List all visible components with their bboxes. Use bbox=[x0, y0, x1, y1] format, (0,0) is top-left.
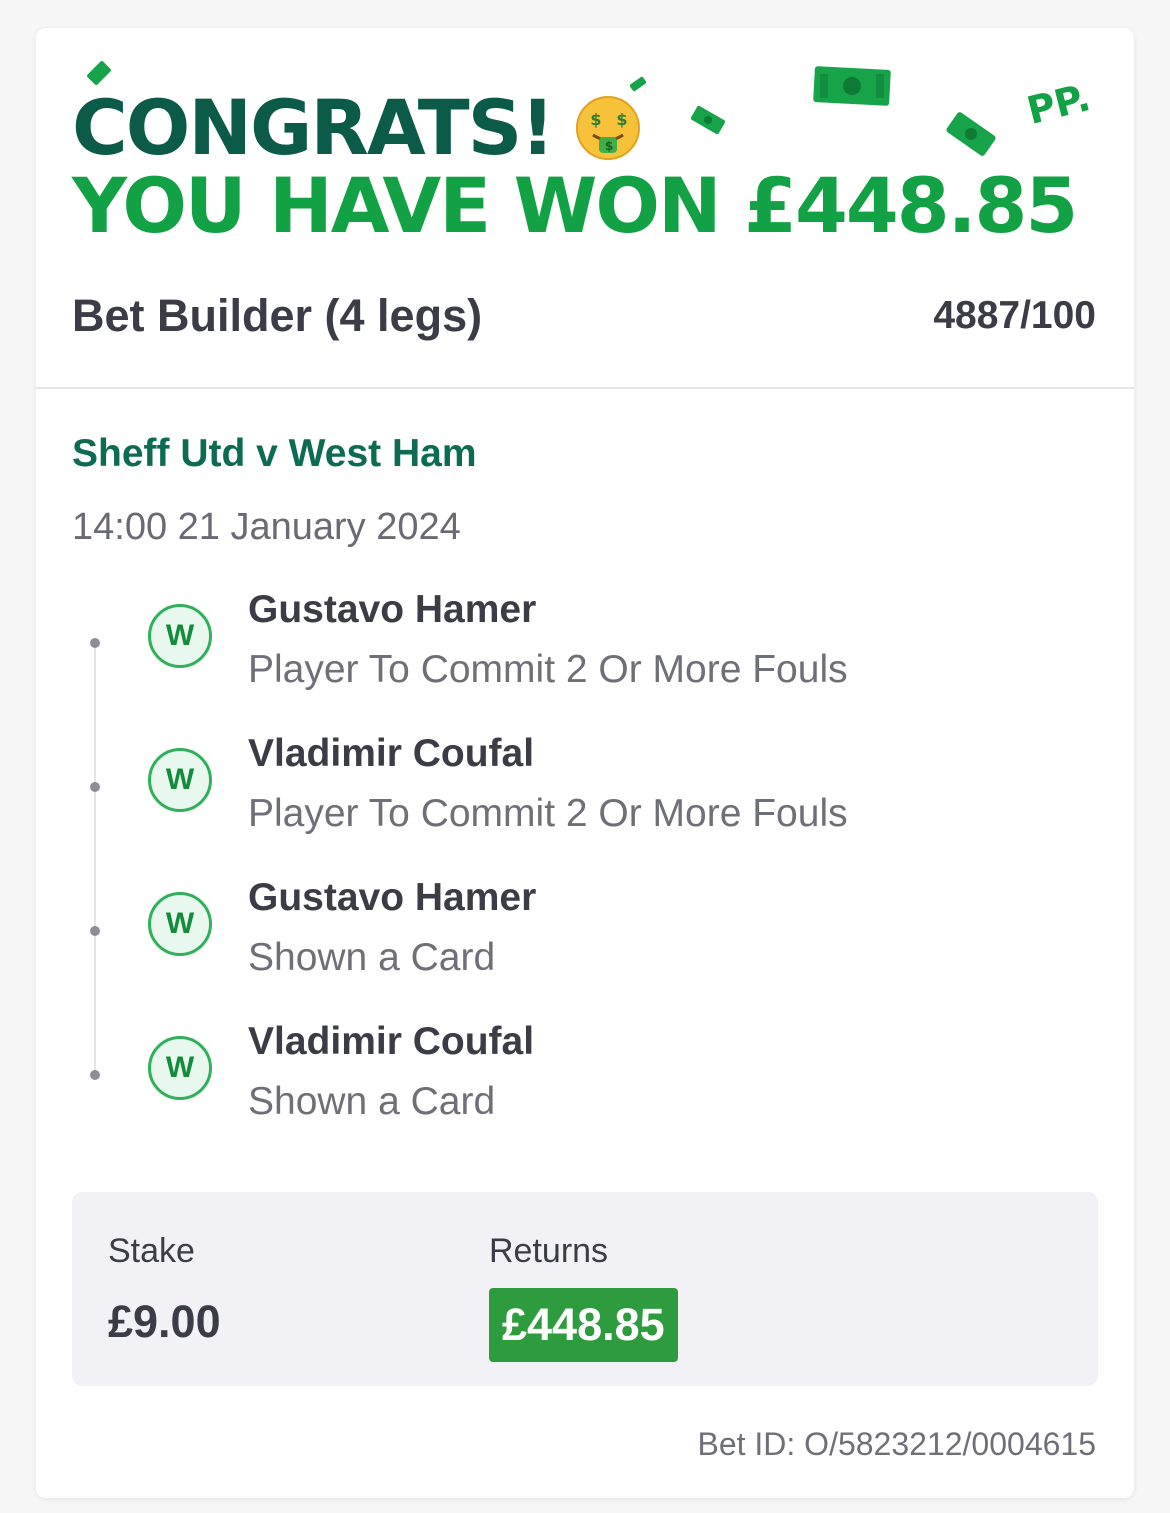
bet-odds: 4887/100 bbox=[933, 294, 1096, 337]
congrats-text: CONGRATS! bbox=[72, 83, 555, 172]
leg-player: Gustavo Hamer bbox=[248, 588, 537, 631]
paddy-power-logo: PP. bbox=[1022, 75, 1095, 133]
congrats-heading: CONGRATS! $ $ $ bbox=[72, 90, 641, 166]
bet-id: Bet ID: O/5823212/0004615 bbox=[697, 1426, 1096, 1462]
event-title: Sheff Utd v West Ham bbox=[72, 432, 477, 475]
bet-leg: W Gustavo Hamer Shown a Card bbox=[36, 876, 1134, 1016]
leg-player: Vladimir Coufal bbox=[248, 1020, 535, 1063]
stake-value: £9.00 bbox=[108, 1296, 221, 1347]
leg-market: Player To Commit 2 Or More Fouls bbox=[248, 792, 848, 835]
returns-label: Returns bbox=[489, 1232, 609, 1270]
timeline-dot bbox=[90, 926, 100, 936]
win-badge-icon: W bbox=[148, 892, 212, 956]
banknote-icon bbox=[690, 105, 726, 135]
bet-receipt-card: PP. CONGRATS! $ $ $ YOU HAVE WON £448.85… bbox=[36, 28, 1134, 1498]
header-divider bbox=[36, 387, 1134, 389]
stake-label: Stake bbox=[108, 1232, 195, 1270]
win-header: PP. CONGRATS! $ $ $ YOU HAVE WON £448.85… bbox=[36, 28, 1134, 388]
leg-player: Gustavo Hamer bbox=[248, 876, 537, 919]
win-badge-icon: W bbox=[148, 604, 212, 668]
bet-type-title: Bet Builder (4 legs) bbox=[72, 290, 483, 341]
leg-market: Shown a Card bbox=[248, 936, 496, 979]
leg-player: Vladimir Coufal bbox=[248, 732, 535, 775]
won-amount-heading: YOU HAVE WON £448.85 bbox=[72, 161, 1078, 250]
win-badge-icon: W bbox=[148, 1036, 212, 1100]
timeline-dot bbox=[90, 638, 100, 648]
money-mouth-face-icon: $ $ $ bbox=[575, 95, 641, 161]
win-badge-icon: W bbox=[148, 748, 212, 812]
bet-leg: W Vladimir Coufal Player To Commit 2 Or … bbox=[36, 732, 1134, 872]
leg-market: Shown a Card bbox=[248, 1080, 496, 1123]
bet-leg: W Gustavo Hamer Player To Commit 2 Or Mo… bbox=[36, 588, 1134, 728]
leg-market: Player To Commit 2 Or More Fouls bbox=[248, 648, 848, 691]
banknote-icon bbox=[946, 112, 996, 156]
timeline-dot bbox=[90, 782, 100, 792]
banknote-icon bbox=[813, 66, 891, 106]
returns-value: £448.85 bbox=[489, 1288, 678, 1362]
event-datetime: 14:00 21 January 2024 bbox=[72, 506, 461, 548]
timeline-dot bbox=[90, 1070, 100, 1080]
bet-leg: W Vladimir Coufal Shown a Card bbox=[36, 1020, 1134, 1160]
stake-returns-summary: Stake £9.00 Returns £448.85 bbox=[72, 1192, 1098, 1386]
